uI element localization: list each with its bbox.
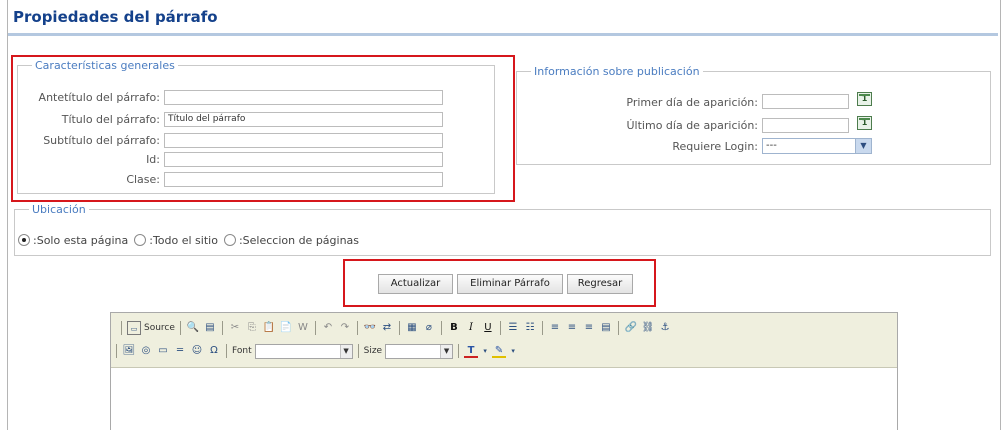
align-right-icon[interactable]: ≡ — [582, 321, 596, 335]
toolbar-row-2: 🖼 ◎ ▭ ═ ☺ Ω Font ▼ Size ▼ T ▾ ✎ ▾ — [114, 342, 517, 360]
first-day-row: Primer día de aparición: — [560, 95, 758, 111]
cut-icon[interactable]: ✂ — [228, 321, 242, 335]
unlink-icon[interactable]: ⛓ — [641, 321, 655, 335]
find-icon[interactable]: 👓 — [363, 321, 377, 335]
first-day-calendar-icon[interactable]: 1 — [857, 92, 872, 106]
last-day-row: Último día de aparición: — [560, 118, 759, 134]
copy-icon[interactable]: ⎘ — [245, 321, 259, 335]
login-label: Requiere Login: — [672, 140, 758, 153]
align-left-icon[interactable]: ≡ — [548, 321, 562, 335]
numbered-list-icon[interactable]: ☰ — [506, 321, 520, 335]
size-combo-button[interactable]: ▼ — [440, 343, 454, 359]
toolbar-separator — [226, 344, 227, 358]
page-title: Propiedades del párrafo — [13, 8, 218, 26]
background-color-icon[interactable]: ✎ — [492, 344, 507, 358]
highlight-general — [11, 55, 515, 202]
source-icon[interactable]: ▭ — [127, 321, 141, 335]
table-icon[interactable]: ▭ — [156, 344, 170, 358]
last-day-calendar-icon[interactable]: 1 — [857, 116, 872, 130]
editor-toolbar: ▭ Source 🔍 ▤ ✂ ⎘ 📋 📄 W ↶ ↷ 👓 ⇄ ▦ ⌀ B I U — [111, 313, 897, 368]
replace-icon[interactable]: ⇄ — [380, 321, 394, 335]
login-row: Requiere Login: — [560, 139, 758, 155]
select-all-icon[interactable]: ▦ — [405, 321, 419, 335]
toolbar-separator — [499, 321, 501, 335]
image-icon[interactable]: 🖼 — [122, 344, 136, 358]
last-day-input[interactable] — [762, 118, 849, 133]
toolbar-separator — [458, 344, 460, 358]
font-combo[interactable] — [254, 343, 341, 359]
bulleted-list-icon[interactable]: ☷ — [523, 321, 537, 335]
last-day-label: Último día de aparición: — [626, 119, 759, 132]
toolbar-separator — [617, 321, 619, 335]
toolbar-separator — [121, 321, 122, 335]
toolbar-separator — [357, 344, 359, 358]
redo-icon[interactable]: ↷ — [338, 321, 352, 335]
rich-text-editor: ▭ Source 🔍 ▤ ✂ ⎘ 📋 📄 W ↶ ↷ 👓 ⇄ ▦ ⌀ B I U — [110, 312, 898, 430]
toolbar-row-1: ▭ Source 🔍 ▤ ✂ ⎘ 📋 📄 W ↶ ↷ 👓 ⇄ ▦ ⌀ B I U — [119, 319, 672, 337]
radio-whole-site[interactable] — [134, 234, 147, 246]
toolbar-separator — [116, 344, 117, 358]
location-legend: Ubicación — [32, 203, 86, 216]
background-color-dropdown-icon[interactable]: ▾ — [509, 344, 517, 358]
chevron-down-icon: ▼ — [440, 344, 453, 358]
radio-whole-site-label: :Todo el sitio — [149, 233, 218, 247]
remove-format-icon[interactable]: ⌀ — [422, 321, 436, 335]
editor-content-area[interactable] — [111, 368, 897, 430]
toolbar-separator — [541, 321, 543, 335]
text-color-icon[interactable]: T — [464, 344, 479, 358]
toolbar-separator — [179, 321, 181, 335]
smiley-icon[interactable]: ☺ — [190, 344, 204, 358]
size-label: Size — [363, 346, 383, 356]
first-day-input[interactable] — [762, 94, 849, 109]
size-combo[interactable] — [385, 343, 442, 359]
publication-legend: Información sobre publicación — [534, 65, 700, 78]
bold-icon[interactable]: B — [447, 321, 461, 335]
toolbar-separator — [440, 321, 442, 335]
templates-icon[interactable]: ▤ — [203, 321, 217, 335]
flash-icon[interactable]: ◎ — [139, 344, 153, 358]
source-label[interactable]: Source — [144, 323, 175, 333]
toolbar-separator — [356, 321, 358, 335]
link-icon[interactable]: 🔗 — [624, 321, 638, 335]
location-fieldset: Ubicación — [14, 203, 991, 256]
align-justify-icon[interactable]: ▤ — [599, 321, 613, 335]
horizontal-rule-icon[interactable]: ═ — [173, 344, 187, 358]
first-day-label: Primer día de aparición: — [626, 96, 758, 109]
login-select[interactable]: --- ▼ — [762, 138, 872, 154]
radio-only-this-page-label: :Solo esta página — [33, 233, 129, 247]
radio-only-this-page[interactable] — [18, 234, 30, 246]
highlight-actions — [343, 259, 656, 307]
toolbar-separator — [221, 321, 223, 335]
undo-icon[interactable]: ↶ — [321, 321, 335, 335]
italic-icon[interactable]: I — [464, 321, 478, 335]
login-select-value: --- — [766, 140, 777, 151]
toolbar-separator — [314, 321, 316, 335]
font-combo-button[interactable]: ▼ — [339, 343, 353, 359]
location-options: :Solo esta página :Todo el sitio :Selecc… — [18, 232, 359, 248]
special-char-icon[interactable]: Ω — [207, 344, 221, 358]
toolbar-separator — [398, 321, 400, 335]
chevron-down-icon: ▼ — [339, 344, 352, 358]
chevron-down-icon: ▼ — [855, 139, 871, 153]
preview-icon[interactable]: 🔍 — [186, 321, 200, 335]
paste-icon[interactable]: 📋 — [262, 321, 276, 335]
paste-word-icon[interactable]: W — [296, 321, 310, 335]
font-label: Font — [232, 346, 252, 356]
underline-icon[interactable]: U — [481, 321, 495, 335]
radio-page-selection-label: :Seleccion de páginas — [238, 233, 360, 247]
paste-text-icon[interactable]: 📄 — [279, 321, 293, 335]
radio-page-selection[interactable] — [223, 234, 236, 246]
title-divider — [8, 33, 998, 36]
align-center-icon[interactable]: ≡ — [565, 321, 579, 335]
text-color-dropdown-icon[interactable]: ▾ — [481, 344, 489, 358]
anchor-icon[interactable]: ⚓ — [658, 321, 672, 335]
